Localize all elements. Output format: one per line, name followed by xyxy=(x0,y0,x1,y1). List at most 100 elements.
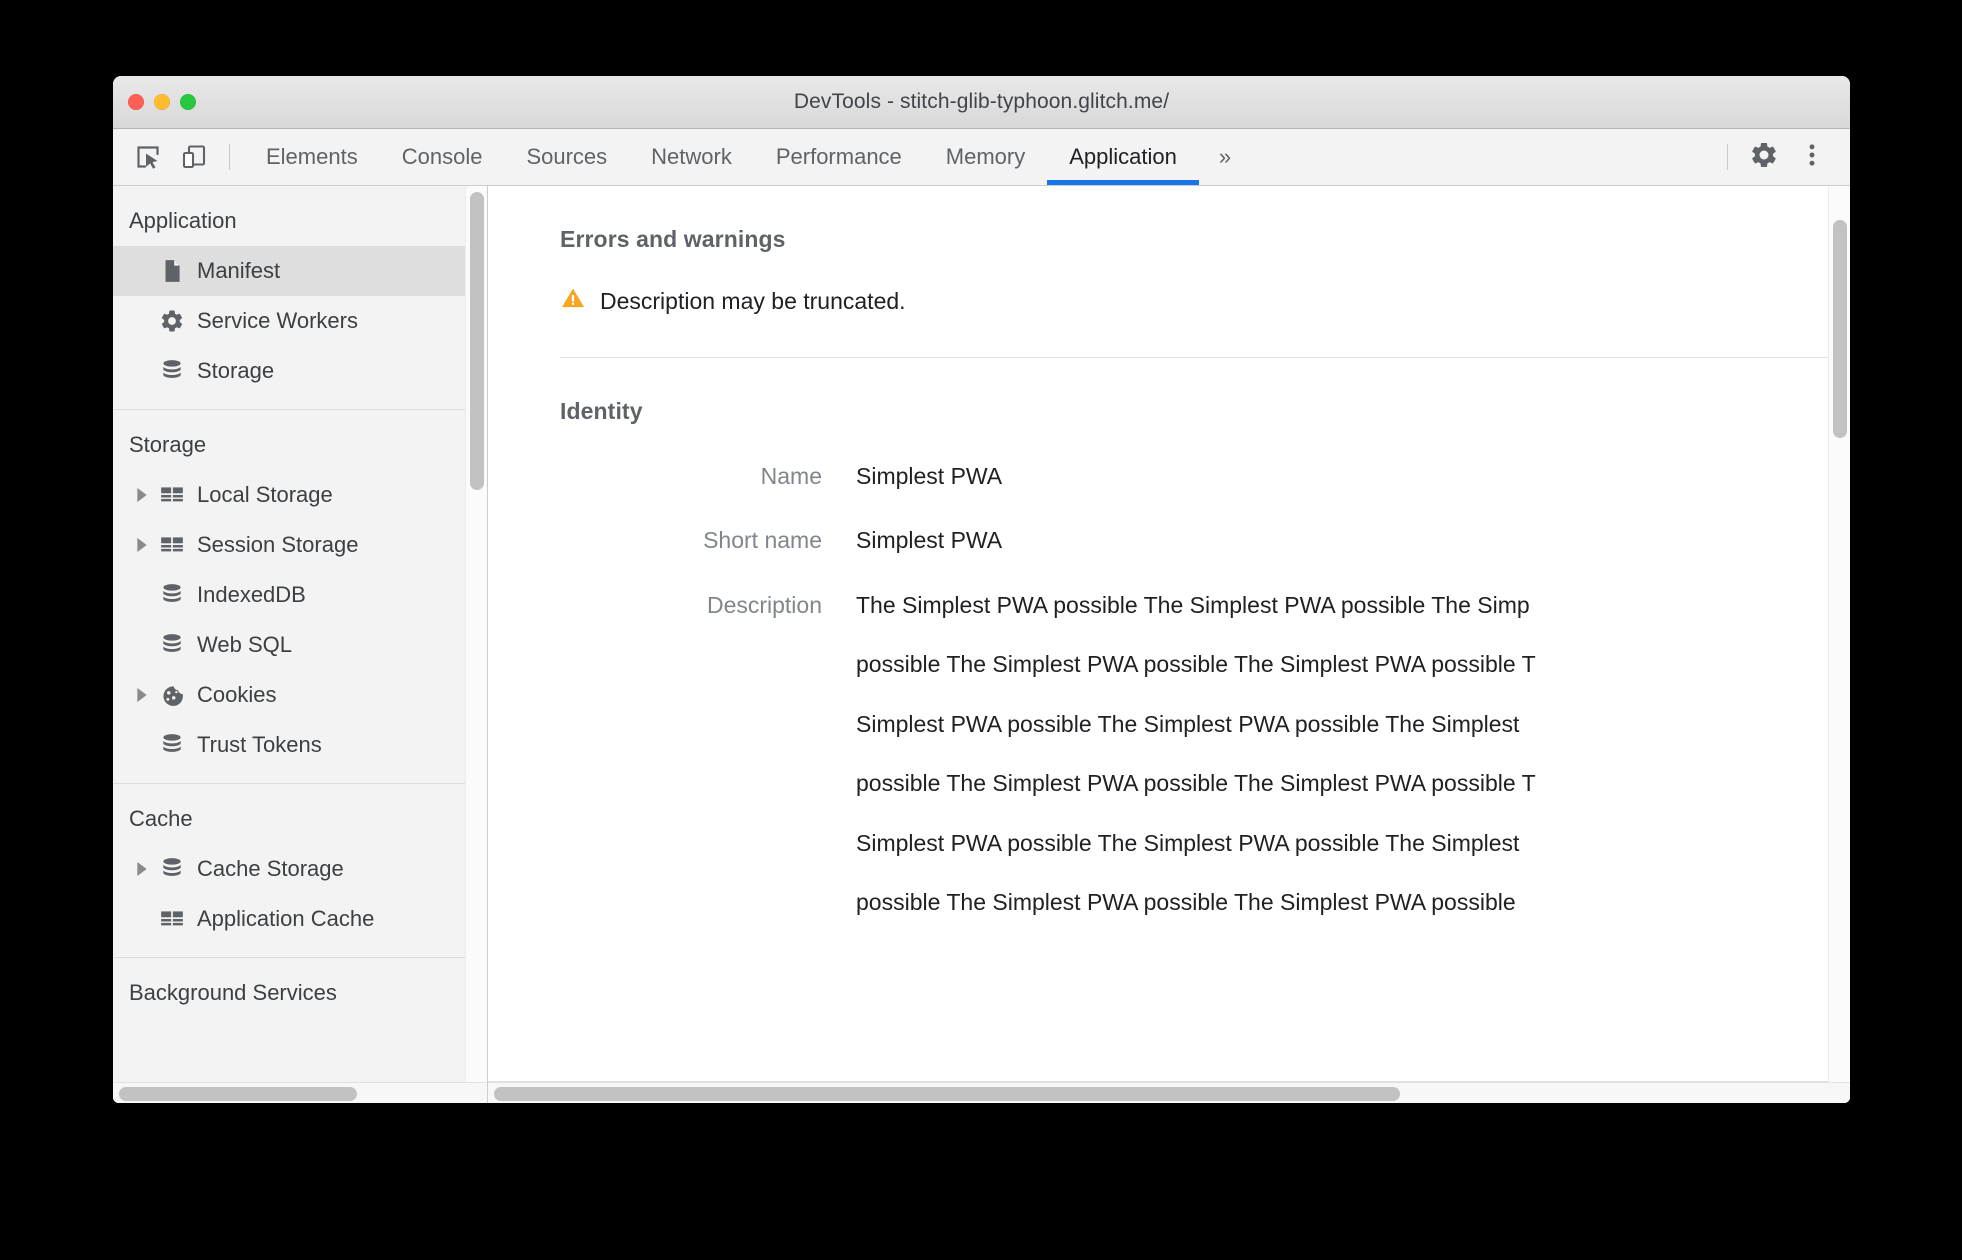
window-controls xyxy=(128,94,196,110)
gear-icon xyxy=(1749,140,1779,175)
sidebar-item-label: Trust Tokens xyxy=(197,732,322,757)
tab-console[interactable]: Console xyxy=(380,129,505,185)
tab-label: Performance xyxy=(775,144,902,169)
tab-label: Application xyxy=(1069,144,1177,169)
database-icon xyxy=(155,856,189,882)
gear-icon xyxy=(155,308,189,334)
scrollbar-thumb[interactable] xyxy=(470,192,484,490)
manifest-scroll-area: Errors and warnings Description may be t… xyxy=(488,186,1828,1082)
minimize-button[interactable] xyxy=(154,94,170,110)
cookie-icon xyxy=(155,682,189,708)
field-short-name: Short name Simplest PWA xyxy=(560,527,1828,553)
device-toolbar-icon xyxy=(180,143,208,171)
tab-label: Console xyxy=(401,144,483,169)
chevron-right-icon[interactable] xyxy=(129,488,155,502)
main-menu-button[interactable] xyxy=(1788,129,1836,185)
description-line: possible The Simplest PWA possible The S… xyxy=(856,770,1536,797)
sidebar-item-label: Service Workers xyxy=(197,308,358,333)
sidebar-item-session-storage[interactable]: Session Storage xyxy=(113,520,487,570)
table-icon xyxy=(155,906,189,932)
warning-row: Description may be truncated. xyxy=(560,285,1828,317)
field-label: Description xyxy=(706,591,822,618)
sidebar-group-cache: Cache Cache Storage Application Cache xyxy=(113,784,487,958)
sidebar-item-web-sql[interactable]: Web SQL xyxy=(113,620,487,670)
sidebar-item-service-workers[interactable]: Service Workers xyxy=(113,296,487,346)
sidebar-item-cookies[interactable]: Cookies xyxy=(113,670,487,720)
sidebar-group-header: Application xyxy=(129,208,237,233)
sidebar-group-background-services: Background Services xyxy=(113,958,487,1031)
document-icon xyxy=(155,258,189,284)
sidebar-scroll-area: Application Manifest Service Workers Sto… xyxy=(113,186,487,1082)
sidebar-item-label: Cache Storage xyxy=(197,856,344,881)
sidebar-item-label: Cookies xyxy=(197,682,277,707)
manifest-vertical-scrollbar[interactable] xyxy=(1828,186,1850,1082)
sidebar-item-manifest[interactable]: Manifest xyxy=(113,246,487,296)
sidebar-group-storage: Storage Local Storage Session Storage In… xyxy=(113,410,487,784)
sidebar-item-trust-tokens[interactable]: Trust Tokens xyxy=(113,720,487,770)
section-heading: Identity xyxy=(560,398,643,424)
tab-application[interactable]: Application xyxy=(1047,129,1199,185)
sidebar-item-label: Application Cache xyxy=(197,906,375,931)
toolbar-actions xyxy=(1715,129,1850,185)
sidebar-item-local-storage[interactable]: Local Storage xyxy=(113,470,487,520)
scrollbar-thumb[interactable] xyxy=(119,1087,357,1101)
description-line: Simplest PWA possible The Simplest PWA p… xyxy=(856,710,1520,737)
description-line: The Simplest PWA possible The Simplest P… xyxy=(856,591,1530,618)
field-label: Short name xyxy=(703,527,822,554)
database-icon xyxy=(155,632,189,658)
scrollbar-thumb[interactable] xyxy=(494,1087,1400,1101)
table-icon xyxy=(155,482,189,508)
scrollbar-thumb[interactable] xyxy=(1833,220,1847,438)
sidebar-horizontal-scrollbar[interactable] xyxy=(113,1082,487,1103)
toolbar-divider-right xyxy=(1727,144,1728,170)
devtools-body: Application Manifest Service Workers Sto… xyxy=(113,186,1850,1103)
sidebar-item-cache-storage[interactable]: Cache Storage xyxy=(113,844,487,894)
tab-elements[interactable]: Elements xyxy=(244,129,380,185)
field-value: Simplest PWA xyxy=(856,463,1003,489)
sidebar-item-label: IndexedDB xyxy=(197,582,306,607)
sidebar-item-storage[interactable]: Storage xyxy=(113,346,487,396)
section-heading: Errors and warnings xyxy=(560,226,786,252)
tab-performance[interactable]: Performance xyxy=(754,129,924,185)
manifest-panel: Errors and warnings Description may be t… xyxy=(488,186,1850,1103)
settings-button[interactable] xyxy=(1740,129,1788,185)
field-label: Name xyxy=(760,463,822,489)
sidebar-item-label: Storage xyxy=(197,358,275,383)
device-toolbar-button[interactable] xyxy=(171,129,217,185)
tab-network[interactable]: Network xyxy=(629,129,754,185)
window-titlebar: DevTools - stitch-glib-typhoon.glitch.me… xyxy=(113,76,1850,129)
sidebar-vertical-scrollbar[interactable] xyxy=(465,186,487,1082)
tab-memory[interactable]: Memory xyxy=(924,129,1047,185)
toolbar-divider xyxy=(229,144,230,170)
close-button[interactable] xyxy=(128,94,144,110)
inspect-element-button[interactable] xyxy=(125,129,171,185)
sidebar-group-application: Application Manifest Service Workers Sto… xyxy=(113,186,487,410)
database-icon xyxy=(155,358,189,384)
tab-label: Elements xyxy=(266,144,358,169)
devtools-tabbar: Elements Console Sources Network Perform… xyxy=(113,129,1850,186)
chevron-right-icon[interactable] xyxy=(129,688,155,702)
sidebar-group-header: Cache xyxy=(129,806,193,831)
sidebar-item-indexeddb[interactable]: IndexedDB xyxy=(113,570,487,620)
devtools-window: DevTools - stitch-glib-typhoon.glitch.me… xyxy=(113,76,1850,1103)
chevron-right-icon[interactable] xyxy=(129,862,155,876)
tab-label: Network xyxy=(651,144,732,169)
tab-sources[interactable]: Sources xyxy=(504,129,629,185)
manifest-horizontal-scrollbar[interactable] xyxy=(488,1082,1850,1103)
chevron-right-icon[interactable] xyxy=(129,538,155,552)
sidebar-item-label: Local Storage xyxy=(197,482,333,507)
maximize-button[interactable] xyxy=(180,94,196,110)
errors-and-warnings-section: Errors and warnings Description may be t… xyxy=(560,186,1828,358)
sidebar-item-label: Web SQL xyxy=(197,632,292,657)
more-tabs-button[interactable]: » xyxy=(1199,129,1251,185)
window-title: DevTools - stitch-glib-typhoon.glitch.me… xyxy=(793,90,1170,113)
tab-label: Memory xyxy=(945,144,1026,169)
database-icon xyxy=(155,582,189,608)
warning-triangle-icon xyxy=(560,285,586,317)
description-line: possible The Simplest PWA possible The S… xyxy=(856,651,1536,678)
identity-section: Identity Name Simplest PWA Short name Si… xyxy=(560,358,1828,916)
tab-label: Sources xyxy=(526,144,608,169)
description-line: possible The Simplest PWA possible The S… xyxy=(856,889,1516,916)
chevron-double-right-icon: » xyxy=(1218,144,1232,169)
sidebar-item-application-cache[interactable]: Application Cache xyxy=(113,894,487,944)
